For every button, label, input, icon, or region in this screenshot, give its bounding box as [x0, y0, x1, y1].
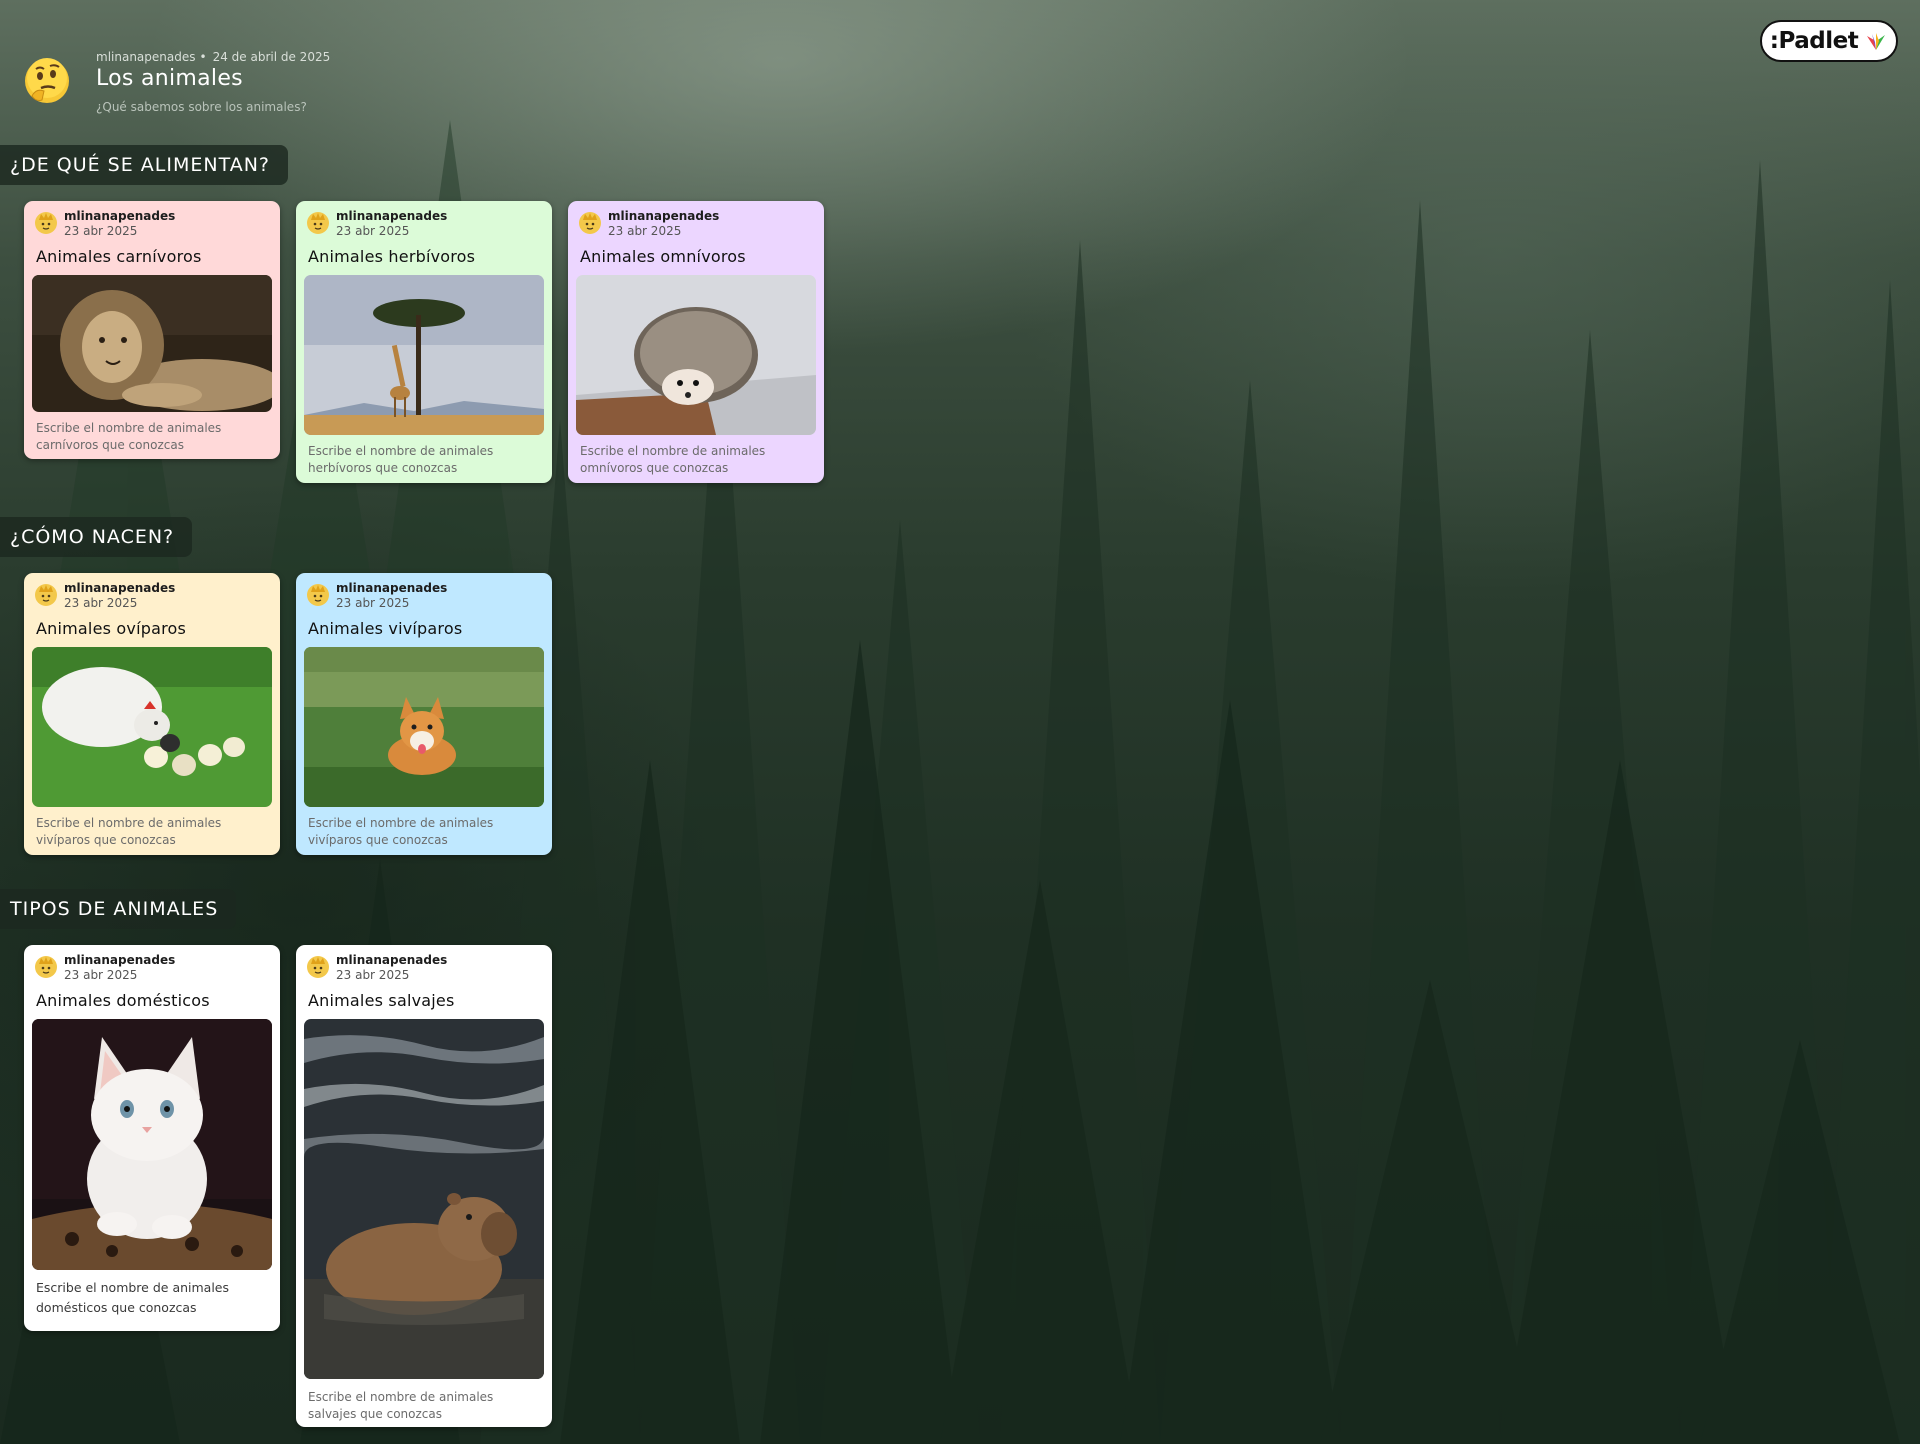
post-title: Animales vivíparos: [308, 619, 463, 638]
post-author[interactable]: mlinanapenades: [64, 209, 175, 223]
post-date: 23 abr 2025: [64, 596, 138, 610]
giraffe-photo[interactable]: [304, 275, 544, 435]
section-title: TIPOS DE ANIMALES: [10, 898, 219, 920]
post-author[interactable]: mlinanapenades: [64, 953, 175, 967]
post-body: Escribe el nombre de animales omnívoros …: [580, 444, 766, 475]
post-card-herbivoros[interactable]: mlinanapenades 23 abr 2025 Animales herb…: [296, 201, 552, 483]
post-author[interactable]: mlinanapenades: [608, 209, 719, 223]
post-title: Animales herbívoros: [308, 247, 476, 266]
post-author[interactable]: mlinanapenades: [336, 209, 447, 223]
post-card-carnivoros[interactable]: mlinanapenades 23 abr 2025 Animales carn…: [24, 201, 280, 459]
post-body: Escribe el nombre de animales vivíparos …: [36, 816, 222, 847]
post-author[interactable]: mlinanapenades: [336, 953, 447, 967]
hedgehog-photo[interactable]: [576, 275, 816, 435]
capybara-photo[interactable]: [304, 1019, 544, 1379]
post-body: Escribe el nombre de animales carnívoros…: [36, 421, 222, 452]
post-title: Animales carnívoros: [36, 247, 202, 266]
post-body: Escribe el nombre de animales herbívoros…: [308, 444, 494, 475]
avatar-icon: [35, 584, 57, 606]
post-body: Escribe el nombre de animales domésticos…: [36, 1280, 230, 1315]
post-title: Animales salvajes: [308, 991, 455, 1010]
board-subtitle: ¿Qué sabemos sobre los animales?: [96, 100, 307, 114]
avatar-icon: [307, 584, 329, 606]
post-card-omnivoros[interactable]: mlinanapenades 23 abr 2025 Animales omní…: [568, 201, 824, 483]
section-title: ¿DE QUÉ SE ALIMENTAN?: [10, 154, 270, 176]
post-author[interactable]: mlinanapenades: [64, 581, 175, 595]
post-title: Animales omnívoros: [580, 247, 746, 266]
section-header-tipos[interactable]: TIPOS DE ANIMALES: [0, 889, 237, 929]
post-body: Escribe el nombre de animales vivíparos …: [308, 816, 494, 847]
avatar-icon: [579, 212, 601, 234]
forest-background: [0, 120, 1920, 1444]
post-date: 23 abr 2025: [608, 224, 682, 238]
post-title: Animales domésticos: [36, 991, 210, 1010]
padlet-logo-text: :Padlet: [1769, 28, 1859, 54]
post-card-domesticos[interactable]: mlinanapenades 23 abr 2025 Animales domé…: [24, 945, 280, 1331]
lion-photo[interactable]: [32, 275, 272, 412]
board-meta: mlinanapenades • 24 de abril de 2025: [96, 50, 330, 64]
post-date: 23 abr 2025: [336, 596, 410, 610]
post-date: 23 abr 2025: [336, 968, 410, 982]
corgi-photo[interactable]: [304, 647, 544, 807]
post-author[interactable]: mlinanapenades: [336, 581, 447, 595]
post-title: Animales ovíparos: [36, 619, 187, 638]
avatar-icon: [35, 212, 57, 234]
board-title: Los animales: [96, 66, 243, 91]
post-card-viviparos[interactable]: mlinanapenades 23 abr 2025 Animales viví…: [296, 573, 552, 855]
section-header-nacimiento[interactable]: ¿CÓMO NACEN?: [0, 517, 193, 557]
hen-chicks-photo[interactable]: [32, 647, 272, 807]
section-title: ¿CÓMO NACEN?: [10, 526, 175, 548]
post-card-oviparos[interactable]: mlinanapenades 23 abr 2025 Animales ovíp…: [24, 573, 280, 855]
avatar-icon: [307, 956, 329, 978]
thinking-face-icon: [25, 58, 69, 103]
padlet-sprout-icon: [1867, 33, 1886, 50]
meta-separator: •: [199, 50, 207, 64]
padlet-logo[interactable]: :Padlet: [1760, 20, 1898, 62]
avatar-icon: [307, 212, 329, 234]
post-date: 23 abr 2025: [64, 224, 138, 238]
post-date: 23 abr 2025: [64, 968, 138, 982]
post-date: 23 abr 2025: [336, 224, 410, 238]
post-body: Escribe el nombre de animales salvajes q…: [308, 1390, 494, 1421]
avatar-icon: [35, 956, 57, 978]
kitten-photo[interactable]: [32, 1019, 272, 1270]
section-header-alimentacion[interactable]: ¿DE QUÉ SE ALIMENTAN?: [0, 145, 288, 185]
board-author[interactable]: mlinanapenades: [96, 50, 196, 64]
post-card-salvajes[interactable]: mlinanapenades 23 abr 2025 Animales salv…: [296, 945, 552, 1427]
board-date: 24 de abril de 2025: [212, 50, 331, 64]
